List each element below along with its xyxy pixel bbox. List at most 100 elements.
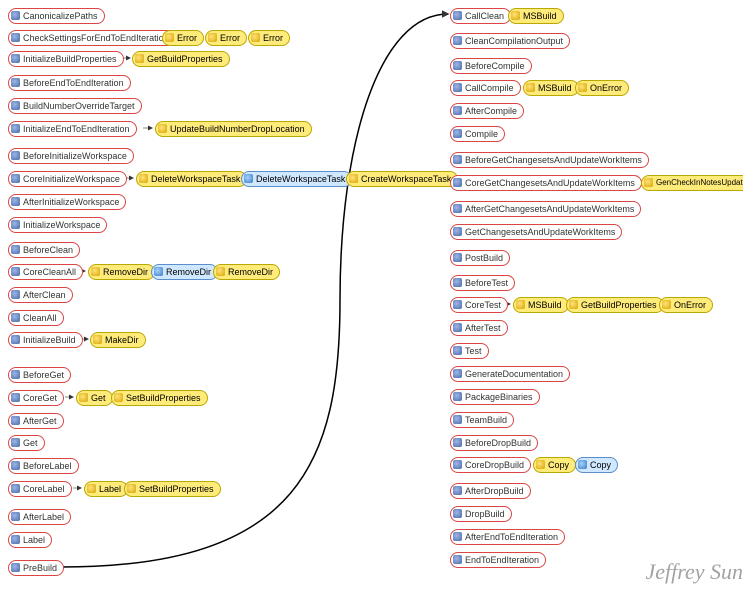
node-postbuild[interactable]: PostBuild: [450, 250, 510, 266]
node-setbuildprops2[interactable]: SetBuildProperties: [124, 481, 221, 497]
node-initbuild[interactable]: InitializeBuild: [8, 332, 83, 348]
label: BeforeEndToEndIteration: [23, 78, 124, 88]
node-beforeget[interactable]: BeforeGet: [8, 367, 71, 383]
label: CoreCleanAll: [23, 267, 76, 277]
node-gendoc[interactable]: GenerateDocumentation: [450, 366, 570, 382]
node-getbuildprops2[interactable]: GetBuildProperties: [566, 297, 664, 313]
node-copy1[interactable]: Copy: [533, 457, 576, 473]
node-test[interactable]: Test: [450, 343, 489, 359]
node-afterlabel[interactable]: AfterLabel: [8, 509, 71, 525]
node-teambuild[interactable]: TeamBuild: [450, 412, 514, 428]
node-callcompile[interactable]: CallCompile: [450, 80, 521, 96]
node-beforegetchg[interactable]: BeforeGetChangesetsAndUpdateWorkItems: [450, 152, 649, 168]
node-getchg[interactable]: GetChangesetsAndUpdateWorkItems: [450, 224, 622, 240]
node-msbuild2[interactable]: MSBuild: [523, 80, 579, 96]
node-pkgbin[interactable]: PackageBinaries: [450, 389, 540, 405]
node-getbuildprops1[interactable]: GetBuildProperties: [132, 51, 230, 67]
label: MSBuild: [523, 11, 557, 21]
label: CoreGet: [23, 393, 57, 403]
node-copy2[interactable]: Copy: [575, 457, 618, 473]
node-prebuild[interactable]: PreBuild: [8, 560, 64, 576]
label: GetChangesetsAndUpdateWorkItems: [465, 227, 615, 237]
node-initws[interactable]: InitializeWorkspace: [8, 217, 107, 233]
label: BeforeLabel: [23, 461, 72, 471]
node-updatebuildnum[interactable]: UpdateBuildNumberDropLocation: [155, 121, 312, 137]
node-makedir[interactable]: MakeDir: [90, 332, 146, 348]
node-beforetest[interactable]: BeforeTest: [450, 275, 515, 291]
label: DeleteWorkspaceTask: [151, 174, 240, 184]
node-beforelabel[interactable]: BeforeLabel: [8, 458, 79, 474]
node-removedir3[interactable]: RemoveDir: [213, 264, 280, 280]
node-error1[interactable]: Error: [162, 30, 204, 46]
node-afterclean[interactable]: AfterClean: [8, 287, 73, 303]
label: EndToEndIteration: [465, 555, 539, 565]
node-msbuild1[interactable]: MSBuild: [508, 8, 564, 24]
node-beforeinitws[interactable]: BeforeInitializeWorkspace: [8, 148, 134, 164]
node-gencheckin[interactable]: GenCheckInNotesUpdateWorkItems: [641, 175, 743, 191]
node-getsub[interactable]: Get: [76, 390, 113, 406]
node-aftercompile[interactable]: AfterCompile: [450, 103, 524, 119]
node-cleanall[interactable]: CleanAll: [8, 310, 64, 326]
node-setbuildprops1[interactable]: SetBuildProperties: [111, 390, 208, 406]
node-dropbuild[interactable]: DropBuild: [450, 506, 512, 522]
label: CoreInitializeWorkspace: [23, 174, 120, 184]
label: InitializeBuildProperties: [23, 54, 117, 64]
node-buildnumover[interactable]: BuildNumberOverrideTarget: [8, 98, 142, 114]
label: CleanAll: [23, 313, 57, 323]
label: PostBuild: [465, 253, 503, 263]
node-aftere2e[interactable]: AfterEndToEndIteration: [450, 529, 565, 545]
node-onerror2[interactable]: OnError: [659, 297, 713, 313]
label: AfterTest: [465, 323, 501, 333]
label: AfterClean: [23, 290, 66, 300]
label: AfterDropBuild: [465, 486, 524, 496]
node-beforeclean[interactable]: BeforeClean: [8, 242, 80, 258]
label: PackageBinaries: [465, 392, 533, 402]
node-coreget[interactable]: CoreGet: [8, 390, 64, 406]
node-msbuild3[interactable]: MSBuild: [513, 297, 569, 313]
node-labelplain[interactable]: Label: [8, 532, 52, 548]
node-onerror1[interactable]: OnError: [575, 80, 629, 96]
label: MakeDir: [105, 335, 139, 345]
node-afterdrop[interactable]: AfterDropBuild: [450, 483, 531, 499]
node-coregetchg[interactable]: CoreGetChangesetsAndUpdateWorkItems: [450, 175, 642, 191]
node-afterget[interactable]: AfterGet: [8, 413, 64, 429]
node-e2e[interactable]: EndToEndIteration: [450, 552, 546, 568]
node-getplain[interactable]: Get: [8, 435, 45, 451]
node-initbuildprops[interactable]: InitializeBuildProperties: [8, 51, 124, 67]
node-aftertest[interactable]: AfterTest: [450, 320, 508, 336]
label: CoreGetChangesetsAndUpdateWorkItems: [465, 178, 635, 188]
node-corelabel[interactable]: CoreLabel: [8, 481, 72, 497]
label: BeforeGet: [23, 370, 64, 380]
node-removedir1[interactable]: RemoveDir: [88, 264, 155, 280]
node-canonicalizepaths[interactable]: CanonicalizePaths: [8, 8, 105, 24]
label: Label: [99, 484, 121, 494]
node-error3[interactable]: Error: [248, 30, 290, 46]
node-beforee2e[interactable]: BeforeEndToEndIteration: [8, 75, 131, 91]
node-delws1[interactable]: DeleteWorkspaceTask: [136, 171, 247, 187]
node-beforedrop[interactable]: BeforeDropBuild: [450, 435, 538, 451]
label: DropBuild: [465, 509, 505, 519]
node-delws2[interactable]: DeleteWorkspaceTask: [241, 171, 352, 187]
node-compile[interactable]: Compile: [450, 126, 505, 142]
node-cleancompout[interactable]: CleanCompilationOutput: [450, 33, 570, 49]
node-coredrop[interactable]: CoreDropBuild: [450, 457, 531, 473]
node-createws[interactable]: CreateWorkspaceTask: [346, 171, 458, 187]
node-beforecompile[interactable]: BeforeCompile: [450, 58, 532, 74]
label: GenerateDocumentation: [465, 369, 563, 379]
label: TeamBuild: [465, 415, 507, 425]
node-coretest[interactable]: CoreTest: [450, 297, 508, 313]
node-callclean[interactable]: CallClean: [450, 8, 511, 24]
node-checksettings[interactable]: CheckSettingsForEndToEndIteration: [8, 30, 176, 46]
label: Copy: [590, 460, 611, 470]
label: Get: [23, 438, 38, 448]
node-removedir2[interactable]: RemoveDir: [151, 264, 218, 280]
node-coreinitws[interactable]: CoreInitializeWorkspace: [8, 171, 127, 187]
node-labelsub[interactable]: Label: [84, 481, 128, 497]
node-aftergetchg[interactable]: AfterGetChangesetsAndUpdateWorkItems: [450, 201, 641, 217]
node-afterinitws[interactable]: AfterInitializeWorkspace: [8, 194, 126, 210]
node-corecleanall[interactable]: CoreCleanAll: [8, 264, 83, 280]
label: CheckSettingsForEndToEndIteration: [23, 33, 169, 43]
label: CoreDropBuild: [465, 460, 524, 470]
node-error2[interactable]: Error: [205, 30, 247, 46]
node-inite2e[interactable]: InitializeEndToEndIteration: [8, 121, 137, 137]
